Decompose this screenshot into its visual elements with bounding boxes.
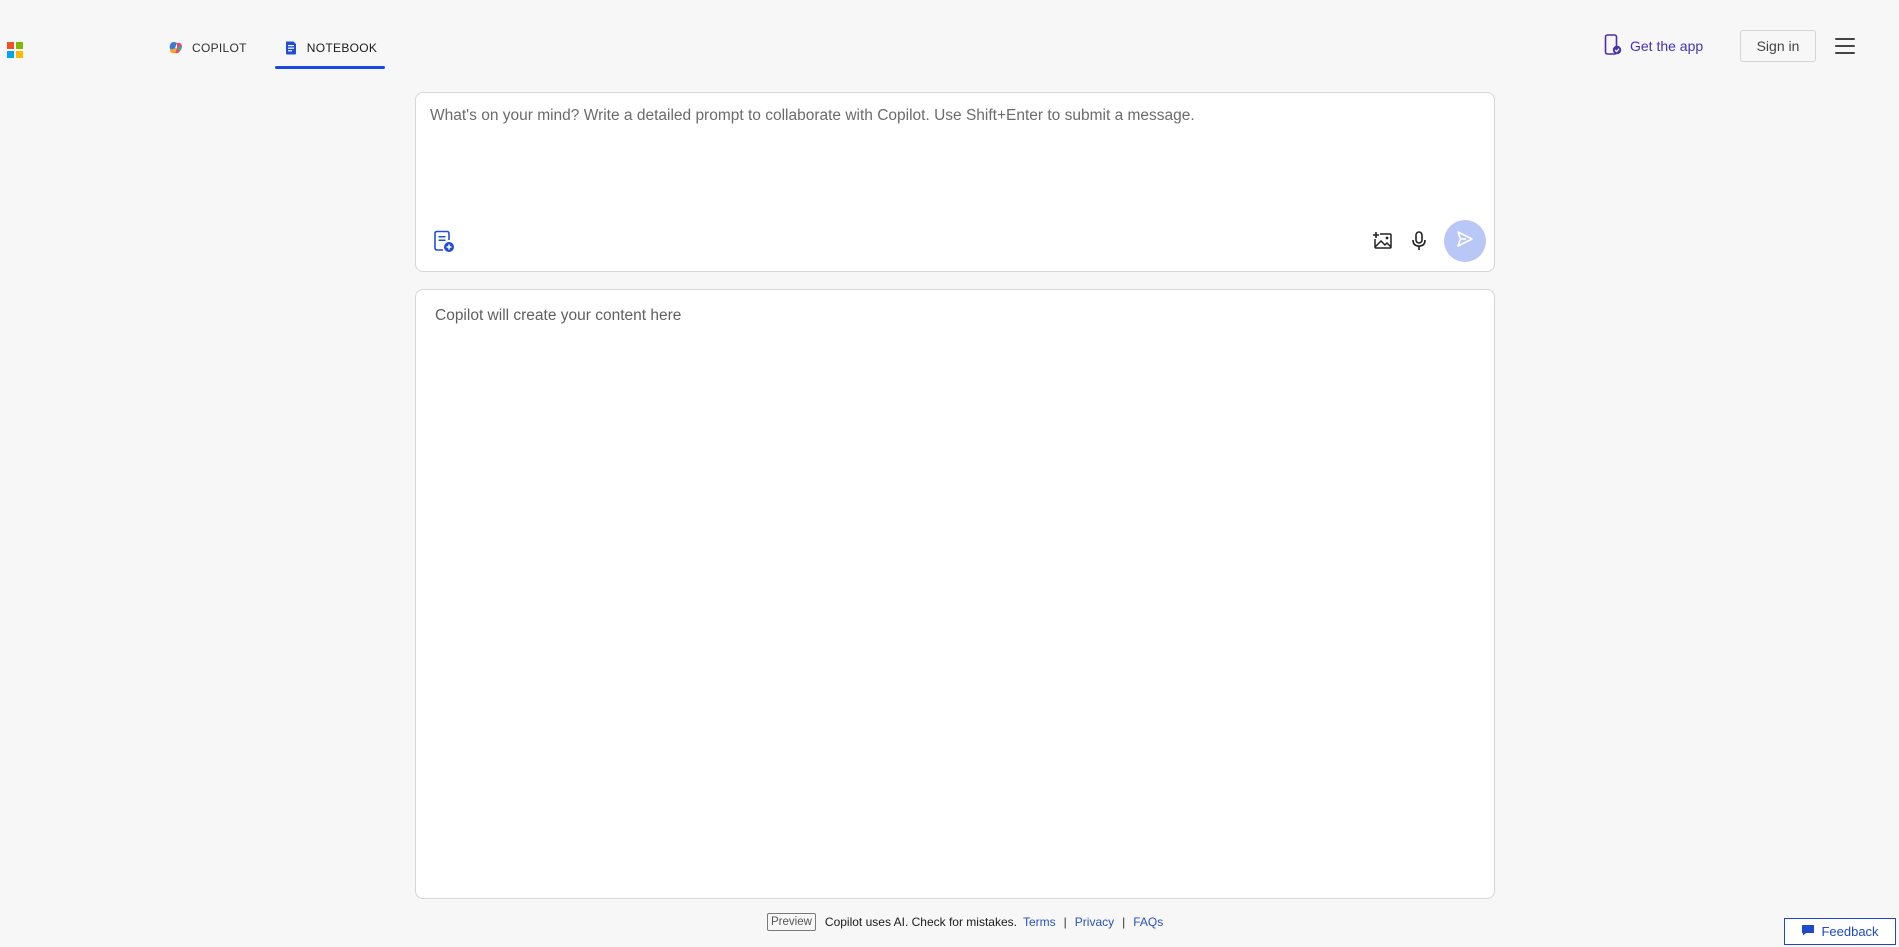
page: COPILOT NOTEBOOK Get the app Sign in Wha… bbox=[0, 0, 1899, 947]
send-button[interactable] bbox=[1444, 220, 1486, 262]
copilot-icon bbox=[168, 40, 184, 56]
menu-line bbox=[1835, 38, 1855, 40]
tab-notebook[interactable]: NOTEBOOK bbox=[274, 28, 386, 69]
get-the-app-link[interactable]: Get the app bbox=[1604, 33, 1704, 59]
phone-icon bbox=[1604, 33, 1622, 59]
feedback-label: Feedback bbox=[1821, 924, 1879, 939]
logo-square-red bbox=[7, 42, 14, 49]
microsoft-logo[interactable] bbox=[7, 42, 23, 58]
preview-badge: Preview bbox=[767, 913, 816, 931]
logo-square-yellow bbox=[16, 51, 23, 58]
terms-link[interactable]: Terms bbox=[1023, 915, 1056, 929]
prompt-input[interactable] bbox=[430, 107, 1480, 207]
notebook-content-area[interactable]: Copilot will create your content here bbox=[415, 289, 1495, 899]
separator: | bbox=[1063, 915, 1067, 929]
privacy-link[interactable]: Privacy bbox=[1075, 915, 1114, 929]
microphone-icon[interactable] bbox=[1405, 227, 1433, 255]
tab-copilot[interactable]: COPILOT bbox=[160, 28, 255, 68]
tab-copilot-label: COPILOT bbox=[192, 41, 247, 55]
notebook-icon bbox=[283, 40, 299, 56]
content-placeholder: Copilot will create your content here bbox=[435, 307, 682, 324]
send-icon bbox=[1456, 230, 1474, 253]
ai-disclaimer: Copilot uses AI. Check for mistakes. bbox=[824, 915, 1017, 929]
sign-in-button[interactable]: Sign in bbox=[1740, 30, 1816, 62]
tab-notebook-label: NOTEBOOK bbox=[306, 41, 378, 55]
logo-square-blue bbox=[7, 51, 14, 58]
mode-tabs: COPILOT NOTEBOOK bbox=[160, 28, 405, 69]
menu-line bbox=[1835, 52, 1855, 54]
logo-square-green bbox=[16, 42, 23, 49]
menu-line bbox=[1835, 45, 1855, 47]
separator: | bbox=[1122, 915, 1126, 929]
footer: Preview Copilot uses AI. Check for mista… bbox=[767, 911, 1163, 933]
prompt-box bbox=[415, 92, 1495, 272]
menu-icon[interactable] bbox=[1834, 36, 1856, 56]
image-upload-icon[interactable] bbox=[1369, 227, 1397, 255]
add-notebook-icon[interactable] bbox=[430, 227, 458, 255]
get-the-app-label: Get the app bbox=[1630, 38, 1704, 54]
feedback-button[interactable]: Feedback bbox=[1784, 918, 1896, 945]
feedback-icon bbox=[1801, 924, 1815, 939]
faqs-link[interactable]: FAQs bbox=[1133, 915, 1163, 929]
